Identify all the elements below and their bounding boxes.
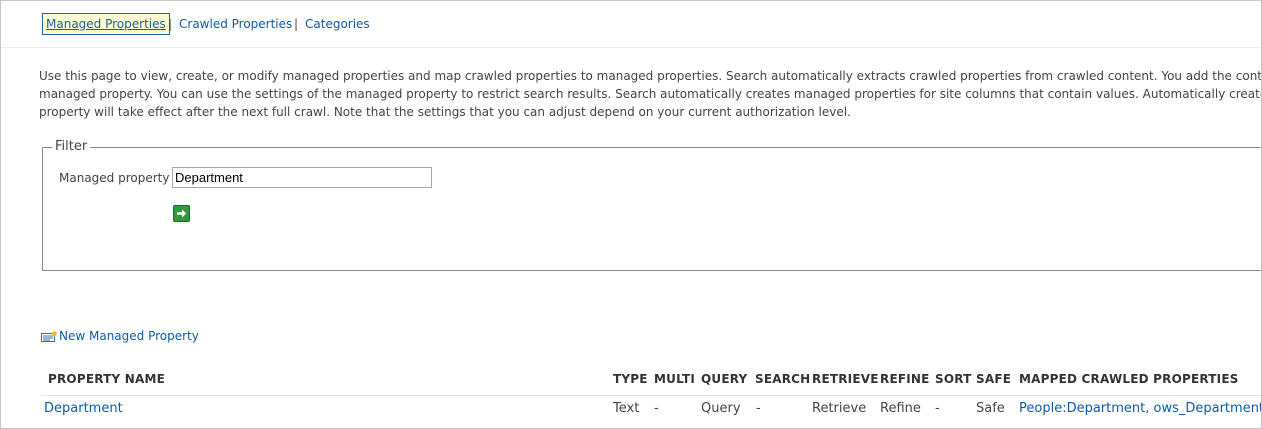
cell-retrieve: Retrieve	[812, 401, 867, 416]
column-header-sort[interactable]: SORT	[935, 372, 972, 386]
cell-multi: -	[654, 401, 659, 416]
tab-managed-properties[interactable]: Managed Properties	[42, 13, 170, 35]
description-line: Use this page to view, create, or modify…	[39, 69, 1262, 83]
description-line: property will take effect after the next…	[39, 105, 851, 119]
cell-type: Text	[613, 401, 640, 416]
filter-fieldset	[42, 147, 1261, 271]
table-header-divider	[41, 395, 1261, 396]
column-header-multi[interactable]: MULTI	[654, 372, 695, 386]
cell-safe: Safe	[976, 401, 1005, 416]
column-header-mapped-crawled-properties[interactable]: MAPPED CRAWLED PROPERTIES	[1019, 372, 1239, 386]
managed-property-label: Managed property	[59, 171, 170, 185]
column-header-query[interactable]: QUERY	[701, 372, 747, 386]
new-item-icon	[41, 331, 57, 342]
top-nav: Managed Properties | Crawled Properties …	[1, 1, 1261, 48]
tab-categories[interactable]: Categories	[305, 17, 370, 31]
nav-separator: |	[294, 17, 299, 31]
description-line: managed property. You can use the settin…	[39, 87, 1262, 101]
column-header-refine[interactable]: REFINE	[880, 372, 930, 386]
managed-property-input[interactable]	[172, 167, 432, 188]
tab-crawled-properties[interactable]: Crawled Properties	[179, 17, 292, 31]
mapped-crawled-properties-link[interactable]: People:Department, ows_Department	[1019, 401, 1261, 416]
property-name-link[interactable]: Department	[44, 401, 123, 416]
go-button[interactable]	[173, 205, 190, 222]
arrow-right-icon	[177, 209, 187, 218]
column-header-type[interactable]: TYPE	[613, 372, 648, 386]
nav-separator: |	[168, 17, 173, 31]
column-header-search[interactable]: SEARCH	[755, 372, 810, 386]
cell-sort: -	[935, 401, 940, 416]
column-header-property-name[interactable]: PROPERTY NAME	[48, 372, 165, 386]
column-header-retrieve[interactable]: RETRIEVE	[812, 372, 879, 386]
new-managed-property-link[interactable]: New Managed Property	[59, 329, 199, 343]
filter-legend: Filter	[52, 139, 91, 154]
page-frame: Managed Properties | Crawled Properties …	[0, 0, 1262, 429]
cell-query: Query	[701, 401, 741, 416]
page-description: Use this page to view, create, or modify…	[39, 67, 1262, 121]
column-header-safe[interactable]: SAFE	[976, 372, 1011, 386]
cell-search: -	[756, 401, 761, 416]
cell-refine: Refine	[880, 401, 921, 416]
